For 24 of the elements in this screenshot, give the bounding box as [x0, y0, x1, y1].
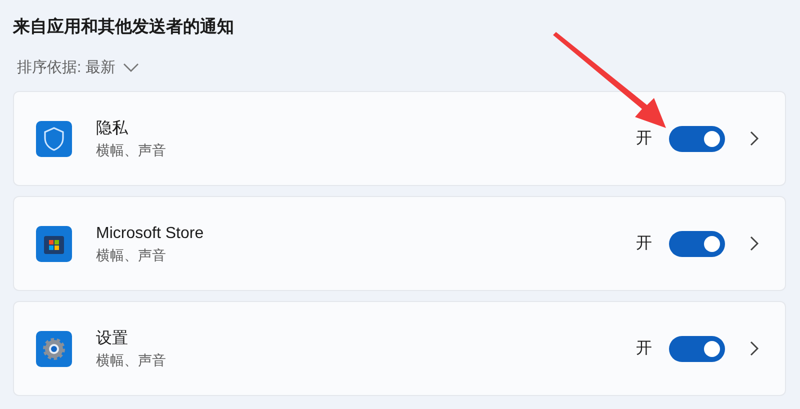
toggle-state-label: 开 [636, 234, 652, 254]
store-bag-icon [36, 226, 72, 262]
gear-icon [36, 330, 72, 366]
notification-types: 横幅、声音 [96, 140, 167, 160]
toggle-switch[interactable] [669, 336, 725, 362]
chevron-right-icon[interactable] [750, 131, 759, 146]
app-notification-card[interactable]: 隐私 横幅、声音 开 [13, 91, 786, 186]
notification-types: 横幅、声音 [96, 246, 167, 264]
sort-dropdown[interactable]: 排序依据: 最新 [17, 57, 140, 79]
toggle-state-label: 开 [636, 128, 652, 148]
app-notification-card[interactable]: Microsoft Store 横幅、声音 开 [13, 196, 786, 291]
app-name: Microsoft Store [96, 224, 205, 244]
chevron-right-icon[interactable] [750, 236, 759, 251]
app-notification-card[interactable]: 设置 横幅、声音 开 [13, 301, 786, 396]
chevron-down-icon [123, 63, 140, 73]
app-name: 设置 [96, 328, 129, 348]
shield-icon [36, 120, 72, 156]
toggle-state-label: 开 [636, 338, 652, 358]
toggle-switch[interactable] [669, 230, 725, 256]
section-title: 来自应用和其他发送者的通知 [13, 16, 235, 38]
notification-types: 横幅、声音 [96, 350, 167, 370]
app-name: 隐私 [96, 118, 129, 138]
chevron-right-icon[interactable] [750, 341, 759, 356]
toggle-switch[interactable] [669, 126, 725, 152]
